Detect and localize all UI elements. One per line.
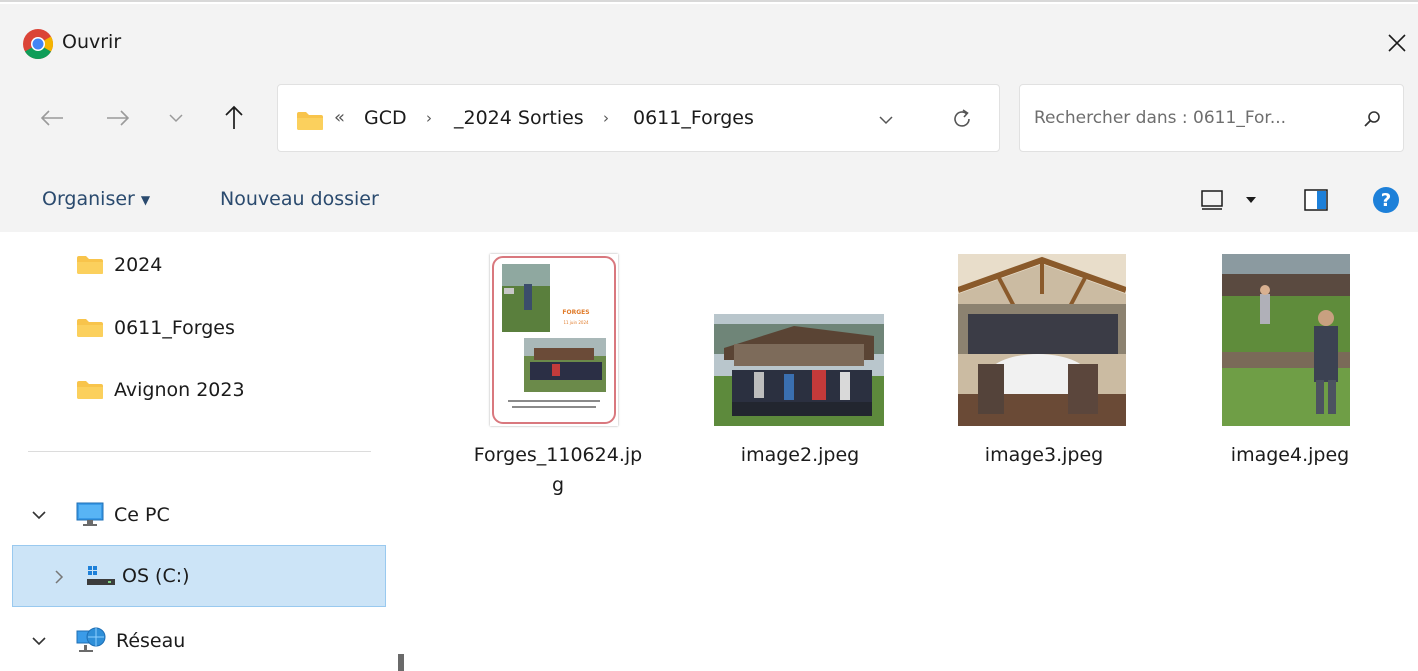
thumbnail-image: FORGES 11 juin 2024 — [492, 256, 616, 424]
chevron-down-icon — [169, 114, 183, 123]
drive-icon — [87, 566, 115, 585]
file-name: image3.jpeg — [984, 444, 1104, 466]
folder-icon — [297, 112, 323, 130]
svg-text:?: ? — [1381, 190, 1391, 211]
thumbnail-image — [1222, 254, 1350, 426]
sidebar-item-avignon-2023[interactable]: Avignon 2023 — [76, 365, 245, 415]
close-button[interactable] — [1380, 26, 1414, 60]
sidebar-item-network[interactable]: Réseau — [76, 616, 185, 666]
navigation-pane: 2024 0611_Forges Avignon 2023 Ce PC OS (… — [0, 232, 418, 671]
arrow-right-icon — [107, 110, 130, 126]
file-name: image2.jpeg — [740, 444, 860, 466]
search-input[interactable] — [1034, 103, 1344, 133]
arrow-left-icon — [40, 110, 63, 126]
file-thumbnail — [958, 254, 1126, 426]
search-icon[interactable] — [1360, 107, 1384, 131]
thumbnail-image — [958, 254, 1126, 426]
new-folder-button[interactable]: Nouveau dossier — [220, 188, 379, 210]
refresh-button[interactable] — [948, 105, 976, 133]
breadcrumb-separator: › — [426, 109, 432, 127]
chevron-down-icon — [32, 510, 46, 519]
breadcrumb-overflow[interactable]: « — [334, 107, 345, 128]
organise-label: Organiser — [42, 188, 135, 210]
file-item-image4[interactable]: image4.jpeg — [1190, 248, 1390, 518]
view-options-dropdown[interactable] — [1240, 186, 1262, 214]
expand-os-c-toggle[interactable] — [48, 566, 70, 588]
breadcrumb-separator: › — [603, 109, 609, 127]
back-button[interactable] — [34, 100, 70, 136]
sidebar-item-2024[interactable]: 2024 — [76, 240, 162, 290]
recent-locations-button[interactable] — [158, 100, 194, 136]
chevron-right-icon — [54, 570, 63, 584]
sidebar-item-label: OS (C:) — [122, 565, 190, 587]
folder-icon — [77, 319, 103, 337]
svg-text:11 juin 2024: 11 juin 2024 — [563, 320, 589, 325]
chevron-down-icon — [32, 636, 46, 645]
up-button[interactable] — [216, 100, 252, 136]
forward-button[interactable] — [100, 100, 136, 136]
address-dropdown-button[interactable] — [873, 107, 899, 133]
sidebar-divider — [28, 451, 371, 452]
file-thumbnail: FORGES 11 juin 2024 — [490, 254, 618, 426]
file-name: Forges_110624.jp g — [473, 444, 643, 496]
file-item-image3[interactable]: image3.jpeg — [944, 248, 1144, 518]
window-title: Ouvrir — [62, 31, 122, 53]
command-bar: Organiser ▼ Nouveau dossier ? — [0, 168, 1418, 232]
file-item-image2[interactable]: image2.jpeg — [700, 248, 900, 518]
chrome-icon — [23, 29, 54, 60]
breadcrumb-gcd[interactable]: GCD — [364, 107, 407, 129]
network-icon — [76, 627, 106, 652]
help-button[interactable]: ? — [1370, 186, 1402, 214]
computer-icon — [76, 502, 104, 526]
sidebar-item-0611-forges[interactable]: 0611_Forges — [76, 303, 235, 353]
svg-text:FORGES: FORGES — [562, 309, 589, 316]
preview-pane-icon — [1304, 189, 1328, 211]
caret-down-icon: ▼ — [140, 192, 151, 207]
title-bar: Ouvrir — [0, 4, 1418, 70]
folder-icon — [77, 381, 103, 399]
arrow-up-icon — [225, 105, 243, 129]
sidebar-item-label: 2024 — [114, 254, 163, 276]
organise-menu-button[interactable]: Organiser ▼ — [42, 188, 150, 210]
preview-pane-button[interactable] — [1300, 186, 1332, 214]
thumbnail-image — [714, 314, 884, 426]
navigation-bar: « GCD › _2024 Sorties › 0611_Forges — [0, 70, 1418, 168]
file-name: image4.jpeg — [1230, 444, 1350, 466]
breadcrumb-0611-forges[interactable]: 0611_Forges — [633, 107, 754, 129]
sidebar-item-label: 0611_Forges — [114, 317, 235, 339]
expand-ce-pc-toggle[interactable] — [28, 504, 50, 526]
folder-icon — [77, 256, 103, 274]
sidebar-item-os-c[interactable]: OS (C:) — [86, 551, 190, 601]
close-icon — [1388, 34, 1406, 52]
breadcrumb-2024-sorties[interactable]: _2024 Sorties — [454, 107, 584, 129]
expand-network-toggle[interactable] — [28, 630, 50, 652]
caret-down-icon — [1246, 197, 1256, 203]
help-icon: ? — [1373, 187, 1399, 213]
sidebar-item-label: Ce PC — [114, 504, 170, 526]
view-details-icon — [1201, 190, 1223, 210]
sidebar-scrollbar-thumb[interactable] — [398, 654, 404, 671]
address-bar[interactable]: « GCD › _2024 Sorties › 0611_Forges — [277, 84, 1000, 152]
file-thumbnail — [1222, 254, 1350, 426]
sidebar-item-ce-pc[interactable]: Ce PC — [76, 490, 170, 540]
search-box[interactable] — [1019, 84, 1404, 152]
file-list-pane: FORGES 11 juin 2024 Forges_110624.jp g i… — [418, 232, 1418, 671]
file-thumbnail — [714, 314, 884, 426]
refresh-icon — [954, 109, 970, 127]
file-open-dialog: Ouvrir « GCD › _2024 Sorties › 0611_Forg… — [0, 0, 1418, 671]
sidebar-item-label: Avignon 2023 — [114, 379, 245, 401]
file-item-forges[interactable]: FORGES 11 juin 2024 Forges_110624.jp g — [458, 248, 658, 518]
view-mode-button[interactable] — [1196, 186, 1228, 214]
sidebar-item-label: Réseau — [116, 630, 186, 652]
chevron-down-icon — [879, 116, 893, 125]
